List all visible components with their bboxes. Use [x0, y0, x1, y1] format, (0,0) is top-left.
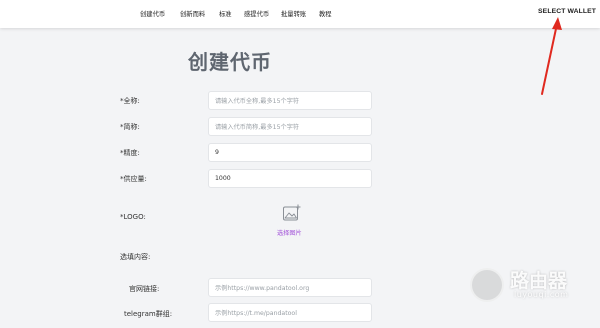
select-image-link[interactable]: 选择图片: [277, 228, 302, 237]
field-label-supply: *供应量:: [120, 175, 147, 183]
symbol-input[interactable]: 请输入代币简称,最多15个字符: [208, 117, 372, 136]
telegram-input[interactable]: 示例https://t.me/pandatool: [208, 303, 372, 322]
decimals-input[interactable]: 9: [208, 143, 372, 162]
top-navbar: 创建代币 创新而料 标准 感提代币 批量转账 教程 SELECT WALLET: [0, 0, 600, 28]
nav-item-innovation[interactable]: 创新而料: [180, 9, 205, 18]
field-label-website: 官网链接:: [129, 285, 160, 293]
full-name-input[interactable]: 请输入代币全称,最多15个字符: [208, 91, 372, 110]
nav-item-batch-transfer[interactable]: 批量转账: [281, 9, 306, 18]
nav-item-create-token[interactable]: 创建代币: [140, 9, 165, 18]
watermark-title: 路由器: [510, 270, 568, 292]
watermark: 路由器 luyouqi.com: [470, 262, 600, 320]
select-wallet-button[interactable]: SELECT WALLET: [538, 8, 596, 15]
field-label-full-name: *全称:: [120, 97, 140, 105]
nav-item-standard[interactable]: 标准: [219, 9, 232, 18]
field-label-logo: *LOGO:: [120, 213, 146, 221]
supply-input[interactable]: 1000: [208, 169, 372, 188]
field-label-telegram: telegram群组:: [124, 310, 173, 318]
optional-section-label: 选填内容:: [120, 253, 151, 261]
field-label-symbol: *简称:: [120, 123, 140, 131]
watermark-subtitle: luyouqi.com: [514, 290, 569, 299]
image-upload-icon[interactable]: [282, 203, 302, 223]
field-label-decimals: *精度:: [120, 149, 140, 157]
watermark-logo-icon: [470, 268, 504, 302]
nav-item-tutorial[interactable]: 教程: [319, 9, 332, 18]
nav-item-sense-token[interactable]: 感提代币: [244, 9, 269, 18]
website-input[interactable]: 示例https://www.pandatool.org: [208, 278, 372, 297]
page-title: 创建代币: [188, 50, 272, 74]
